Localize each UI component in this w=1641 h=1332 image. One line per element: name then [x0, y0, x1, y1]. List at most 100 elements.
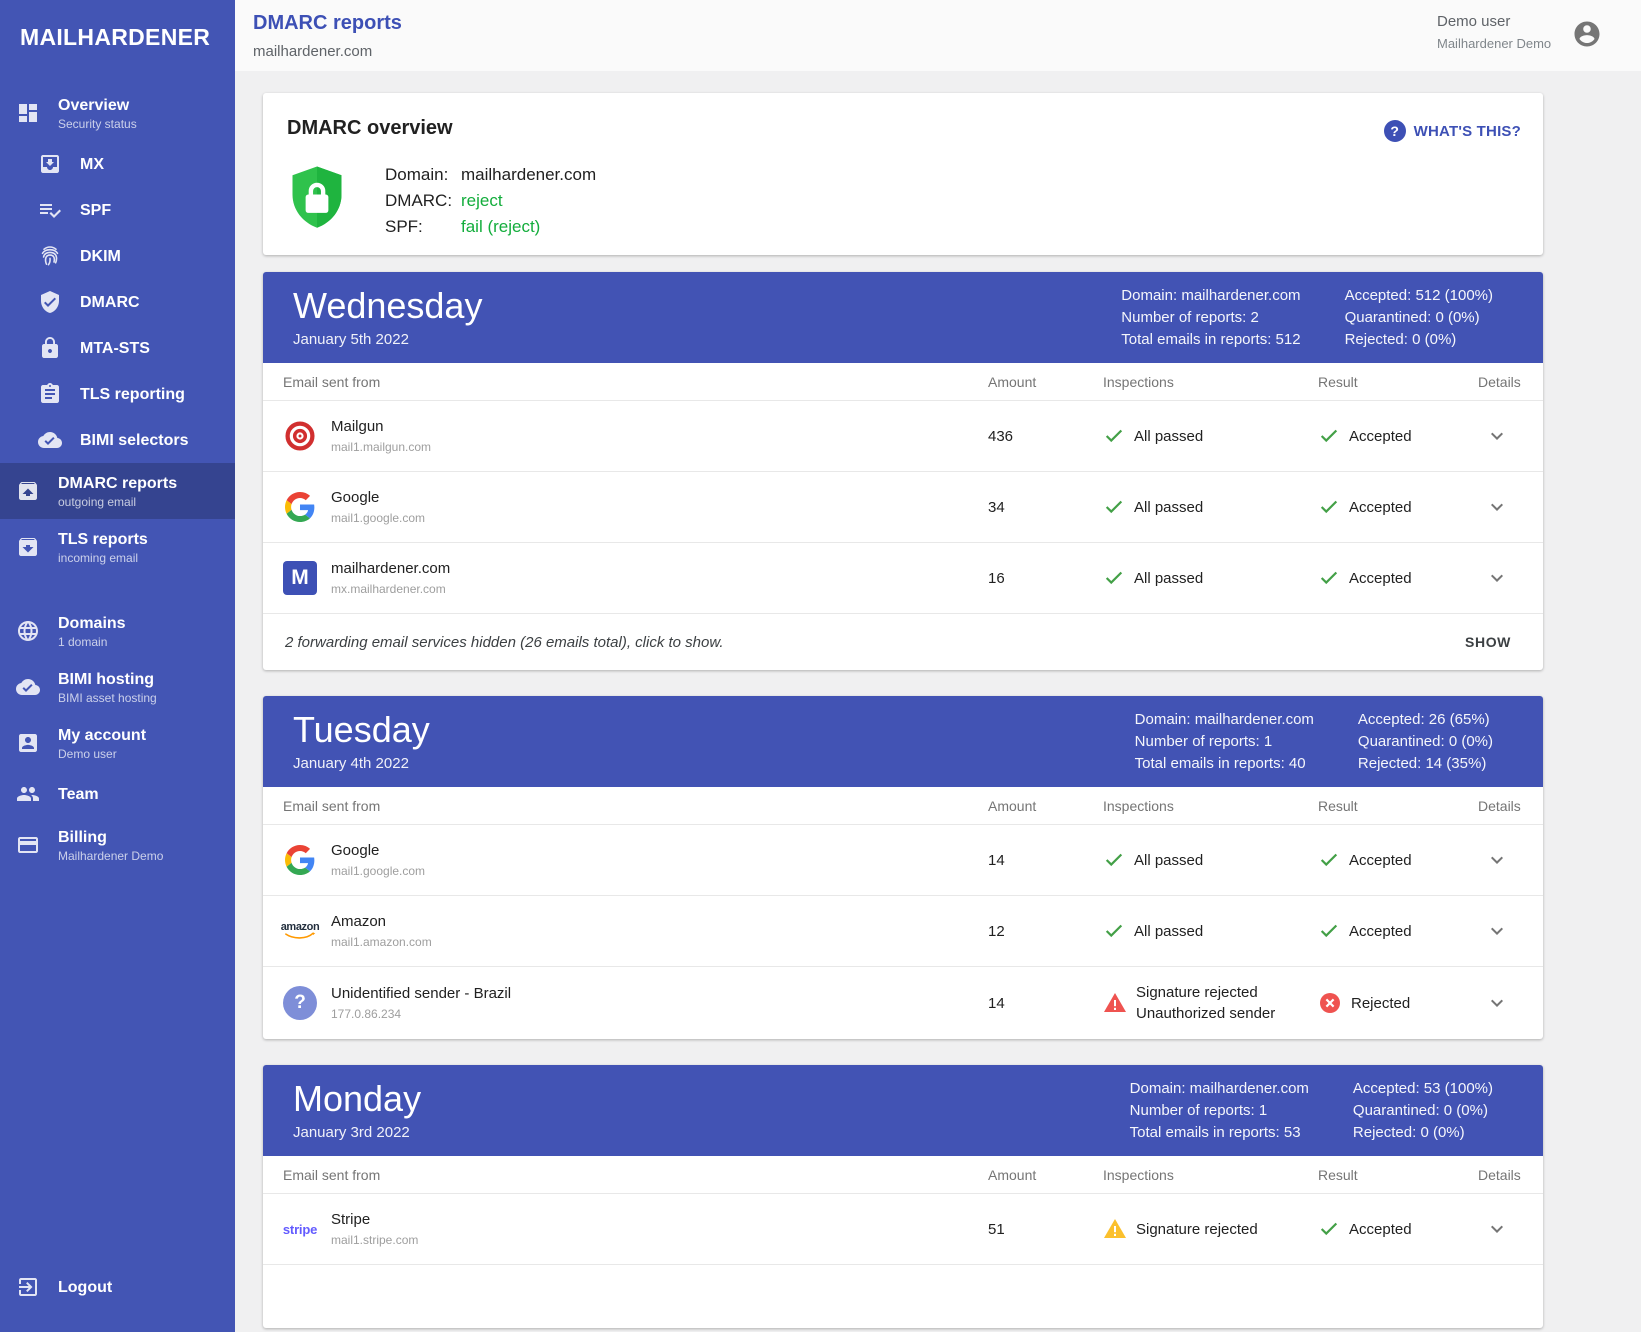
col-inspections: Inspections — [1103, 1167, 1318, 1183]
stat-domain: Domain: mailhardener.com — [1121, 285, 1300, 307]
table-row[interactable]: Google mail1.google.com 34 All passed Ac… — [263, 471, 1543, 542]
check-icon — [1318, 425, 1340, 447]
inspection-text: All passed — [1134, 568, 1203, 589]
table-row[interactable]: stripe Stripe mail1.stripe.com 51 Signat… — [263, 1193, 1543, 1264]
table-row[interactable]: amazon Amazon mail1.amazon.com 12 All pa… — [263, 895, 1543, 966]
col-details: Details — [1478, 798, 1523, 814]
col-inspections: Inspections — [1103, 374, 1318, 390]
user-info: Demo user Mailhardener Demo — [1437, 13, 1551, 51]
table-row[interactable]: M mailhardener.com mx.mailhardener.com 1… — [263, 542, 1543, 613]
amount-value: 51 — [988, 1221, 1103, 1238]
people-icon — [16, 781, 44, 807]
user-name: Demo user — [1437, 13, 1551, 30]
col-amount: Amount — [988, 374, 1103, 390]
mailgun-logo — [283, 419, 317, 453]
stat-quarantined: Quarantined: 0 (0%) — [1353, 1100, 1493, 1122]
day-card-monday: Monday January 3rd 2022 Domain: mailhard… — [263, 1065, 1543, 1328]
check-icon — [1103, 567, 1125, 589]
sender-host: mail1.stripe.com — [331, 1233, 418, 1247]
user-avatar-icon[interactable] — [1572, 19, 1602, 49]
col-sender: Email sent from — [283, 1167, 988, 1183]
stat-total: Total emails in reports: 53 — [1130, 1122, 1309, 1144]
chevron-down-icon[interactable] — [1485, 495, 1509, 519]
table-row[interactable]: ? Unidentified sender - Brazil 177.0.86.… — [263, 966, 1543, 1039]
result-text: Accepted — [1349, 428, 1412, 445]
table-row[interactable]: Mailgun mail1.mailgun.com 436 All passed… — [263, 400, 1543, 471]
dmarc-value: reject — [461, 188, 503, 214]
stat-domain: Domain: mailhardener.com — [1130, 1078, 1309, 1100]
check-icon — [1318, 496, 1340, 518]
sidebar-item-domains[interactable]: Domains1 domain — [0, 603, 235, 659]
sidebar-item-bimi-hosting[interactable]: BIMI hostingBIMI asset hosting — [0, 659, 235, 715]
unknown-sender-icon: ? — [283, 986, 317, 1020]
sidebar-item-dmarc-reports[interactable]: DMARC reportsoutgoing email — [0, 463, 235, 519]
app-logo[interactable]: MAILHARDENER — [0, 0, 235, 85]
result-text: Accepted — [1349, 570, 1412, 587]
sender-host: mail1.google.com — [331, 864, 425, 878]
stat-accepted: Accepted: 53 (100%) — [1353, 1078, 1493, 1100]
sidebar-item-billing[interactable]: BillingMailhardener Demo — [0, 817, 235, 873]
result-text: Accepted — [1349, 1221, 1412, 1238]
account-box-icon — [16, 730, 44, 756]
hidden-services-row[interactable]: 2 forwarding email services hidden (26 e… — [263, 613, 1543, 670]
sidebar-item-overview[interactable]: OverviewSecurity status — [0, 85, 235, 141]
stat-quarantined: Quarantined: 0 (0%) — [1358, 731, 1493, 753]
day-name: Wednesday — [293, 287, 482, 325]
sidebar-item-tls-reports[interactable]: TLS reportsincoming email — [0, 519, 235, 575]
sender-name: Amazon — [331, 913, 432, 930]
sidebar-item-tls-reporting[interactable]: TLS reporting — [0, 371, 235, 417]
hidden-services-text: 2 forwarding email services hidden (26 e… — [285, 634, 724, 651]
sidebar-item-logout[interactable]: Logout — [0, 1264, 235, 1310]
outbox-icon — [16, 478, 44, 504]
day-stats: Domain: mailhardener.com Number of repor… — [1121, 285, 1543, 351]
dashboard-icon — [16, 100, 44, 126]
col-sender: Email sent from — [283, 798, 988, 814]
stat-reports: Number of reports: 1 — [1130, 1100, 1309, 1122]
chevron-down-icon[interactable] — [1485, 1217, 1509, 1241]
show-button[interactable]: SHOW — [1465, 634, 1511, 650]
inspection-text: All passed — [1134, 850, 1203, 871]
chevron-down-icon[interactable] — [1485, 566, 1509, 590]
result-text: Accepted — [1349, 923, 1412, 940]
sidebar-item-dkim[interactable]: DKIM — [0, 233, 235, 279]
sidebar-item-dmarc[interactable]: DMARC — [0, 279, 235, 325]
cloud-check-icon — [16, 674, 44, 700]
inspection-text: All passed — [1134, 426, 1203, 447]
chevron-down-icon[interactable] — [1485, 919, 1509, 943]
col-details: Details — [1478, 1167, 1523, 1183]
check-icon — [1103, 496, 1125, 518]
sidebar-item-my-account[interactable]: My accountDemo user — [0, 715, 235, 771]
sidebar-item-spf[interactable]: SPF — [0, 187, 235, 233]
security-shield-icon — [289, 160, 345, 236]
amount-value: 12 — [988, 923, 1103, 940]
sidebar-item-bimi-selectors[interactable]: BIMI selectors — [0, 417, 235, 463]
inspection-text: All passed — [1134, 497, 1203, 518]
sidebar-item-team[interactable]: Team — [0, 771, 235, 817]
overview-domain-row: Domain: mailhardener.com — [385, 162, 596, 188]
sidebar-item-mta-sts[interactable]: MTA-STS — [0, 325, 235, 371]
day-name: Monday — [293, 1080, 421, 1118]
dmarc-label: DMARC: — [385, 188, 461, 214]
day-header: Monday January 3rd 2022 Domain: mailhard… — [263, 1065, 1543, 1156]
check-icon — [1103, 849, 1125, 871]
lock-icon — [38, 335, 66, 361]
chevron-down-icon[interactable] — [1485, 848, 1509, 872]
whats-this-label: WHAT'S THIS? — [1414, 123, 1521, 140]
stat-domain: Domain: mailhardener.com — [1135, 709, 1314, 731]
table-row[interactable]: Google mail1.google.com 14 All passed Ac… — [263, 824, 1543, 895]
sidebar-item-mx[interactable]: MX — [0, 141, 235, 187]
check-icon — [1318, 920, 1340, 942]
whats-this-link[interactable]: ? WHAT'S THIS? — [1384, 120, 1521, 142]
amount-value: 14 — [988, 995, 1103, 1012]
shield-check-icon — [38, 289, 66, 315]
stat-reports: Number of reports: 1 — [1135, 731, 1314, 753]
day-date: January 4th 2022 — [293, 755, 430, 772]
col-details: Details — [1478, 374, 1523, 390]
chevron-down-icon[interactable] — [1485, 991, 1509, 1015]
result-text: Accepted — [1349, 499, 1412, 516]
spf-label: SPF: — [385, 214, 461, 240]
overview-dmarc-row: DMARC: reject — [385, 188, 596, 214]
chevron-down-icon[interactable] — [1485, 424, 1509, 448]
google-logo — [283, 843, 317, 877]
amount-value: 14 — [988, 852, 1103, 869]
